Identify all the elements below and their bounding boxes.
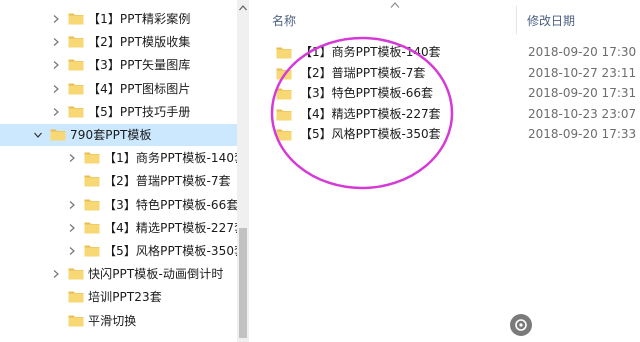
chevron-right-icon[interactable]: [66, 147, 78, 169]
sort-up-icon: [390, 2, 400, 8]
folder-icon: [84, 221, 100, 234]
chevron-right-icon[interactable]: [50, 78, 62, 100]
file-row[interactable]: 【1】商务PPT模板-140套 2018-09-20 17:30: [276, 42, 636, 62]
folder-icon: [84, 198, 100, 211]
chevron-right-icon[interactable]: [50, 101, 62, 123]
file-modified-date: 2018-09-20 17:33: [528, 127, 637, 142]
folder-icon: [68, 105, 84, 118]
tree-item-label: 【3】特色PPT模板-66套: [104, 197, 239, 212]
chevron-right-icon[interactable]: [66, 240, 78, 262]
file-modified-date: 2018-09-20 17:30: [528, 45, 637, 59]
tree-item-label: 快闪PPT模板-动画倒计时: [88, 267, 224, 282]
tree-item-label: 【5】PPT技巧手册: [88, 104, 191, 119]
folder-icon: [68, 314, 84, 327]
folder-icon: [68, 35, 84, 48]
tree-item[interactable]: 【1】PPT精彩案例: [0, 8, 237, 30]
column-header-modified-label: 修改日期: [527, 13, 576, 28]
folder-icon: [68, 12, 84, 25]
folder-icon: [276, 67, 292, 80]
chevron-right-icon[interactable]: [50, 54, 62, 76]
folder-icon: [68, 290, 84, 303]
folder-icon: [276, 46, 292, 59]
tree-item[interactable]: 【2】PPT模版收集: [0, 31, 237, 53]
chevron-right-icon[interactable]: [50, 31, 62, 53]
tree-item[interactable]: 培训PPT23套: [0, 286, 237, 308]
file-name: 【4】精选PPT模板-227套: [300, 106, 441, 121]
folder-icon: [276, 87, 292, 100]
file-row[interactable]: 【5】风格PPT模板-350套 2018-09-20 17:33: [276, 124, 636, 144]
folder-icon: [276, 128, 292, 141]
chevron-right-icon[interactable]: [50, 263, 62, 285]
tree-item[interactable]: 平滑切换: [0, 310, 237, 332]
tree-item-label: 790套PPT模板: [70, 128, 152, 142]
tree-item[interactable]: 【3】特色PPT模板-66套: [0, 194, 239, 216]
tree-item-label: 【2】PPT模版收集: [88, 35, 191, 50]
scroll-up-icon[interactable]: [239, 4, 247, 12]
tree-item-label: 【2】普瑞PPT模板-7套: [104, 174, 231, 189]
folder-icon: [84, 151, 100, 164]
folder-icon: [84, 174, 100, 187]
file-name: 【5】风格PPT模板-350套: [300, 127, 441, 142]
folder-icon: [68, 58, 84, 71]
column-header-name[interactable]: 名称: [272, 8, 296, 32]
file-row[interactable]: 【3】特色PPT模板-66套 2018-09-20 17:31: [276, 83, 636, 103]
watermark: @悟空问答: [510, 314, 601, 336]
tree-item[interactable]: 【4】PPT图标图片: [0, 78, 237, 100]
scrollbar-thumb[interactable]: [239, 228, 247, 338]
column-header-name-label: 名称: [272, 13, 297, 28]
watermark-logo-icon: [510, 314, 532, 336]
tree-item-label: 【3】PPT矢量图库: [88, 58, 191, 73]
file-modified-date: 2018-09-20 17:31: [528, 86, 637, 101]
tree-item-label: 平滑切换: [88, 313, 137, 328]
chevron-right-icon[interactable]: [66, 194, 78, 216]
folder-icon: [84, 244, 100, 257]
tree-item[interactable]: 【2】普瑞PPT模板-7套: [0, 170, 237, 192]
folder-icon: [276, 108, 292, 121]
column-header-modified[interactable]: 修改日期: [527, 8, 575, 32]
tree-item-label: 【1】商务PPT模板-140套: [104, 151, 247, 166]
file-list-pane: 名称 修改日期 【1】商务PPT模板-140套 2018-09-20 17:30 【…: [250, 0, 640, 342]
watermark-text: @悟空问答: [536, 319, 602, 335]
navigation-tree: 【1】PPT精彩案例 【2】PPT模版收集 【3】PPT矢量图库 【4】PPT图标图片…: [0, 0, 246, 342]
file-modified-date: 2018-10-27 23:11: [528, 65, 637, 80]
tree-item-label: 【4】精选PPT模板-227套: [104, 220, 247, 235]
tree-item-label: 【4】PPT图标图片: [88, 81, 191, 96]
file-name: 【3】特色PPT模板-66套: [300, 86, 434, 101]
tree-item[interactable]: 【5】PPT技巧手册: [0, 101, 237, 123]
file-name: 【1】商务PPT模板-140套: [300, 45, 441, 59]
tree-item-label: 培训PPT23套: [88, 290, 162, 305]
tree-item[interactable]: 快闪PPT模板-动画倒计时: [0, 263, 237, 285]
folder-icon: [50, 128, 66, 141]
tree-item-label: 【5】风格PPT模板-350套: [104, 244, 247, 258]
tree-item[interactable]: 【5】风格PPT模板-350套: [0, 240, 246, 262]
folder-icon: [68, 267, 84, 280]
tree-scrollbar[interactable]: [237, 0, 249, 342]
chevron-right-icon[interactable]: [50, 8, 62, 30]
column-divider[interactable]: [516, 6, 517, 34]
file-modified-date: 2018-10-23 23:07: [528, 106, 637, 121]
chevron-down-icon[interactable]: [32, 124, 44, 146]
tree-item[interactable]: 790套PPT模板: [0, 124, 237, 146]
tree-item[interactable]: 【4】精选PPT模板-227套: [0, 217, 246, 239]
file-row[interactable]: 【2】普瑞PPT模板-7套 2018-10-27 23:11: [276, 63, 636, 83]
file-row[interactable]: 【4】精选PPT模板-227套 2018-10-23 23:07: [276, 104, 636, 124]
tree-item-label: 【1】PPT精彩案例: [88, 12, 191, 26]
chevron-right-icon[interactable]: [66, 217, 78, 239]
folder-icon: [68, 82, 84, 95]
file-name: 【2】普瑞PPT模板-7套: [300, 65, 426, 80]
tree-item[interactable]: 【3】PPT矢量图库: [0, 54, 237, 76]
tree-item[interactable]: 【1】商务PPT模板-140套: [0, 147, 246, 169]
